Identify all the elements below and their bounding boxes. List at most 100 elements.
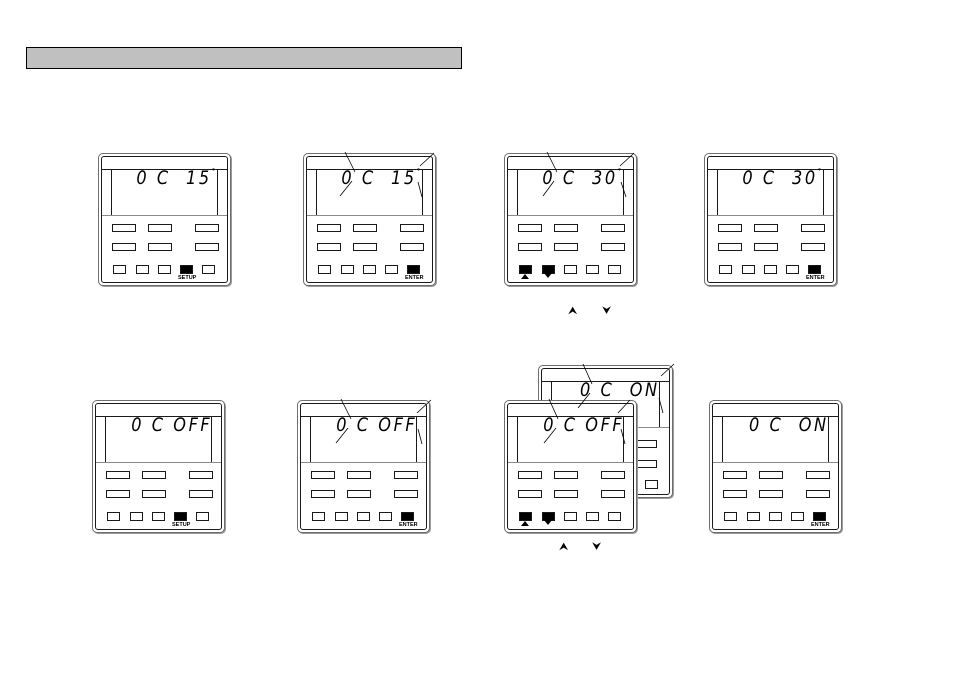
small-button[interactable] bbox=[791, 512, 804, 521]
function-button[interactable] bbox=[400, 224, 424, 232]
small-button[interactable] bbox=[586, 512, 599, 521]
small-button[interactable] bbox=[786, 265, 799, 274]
function-button[interactable] bbox=[801, 243, 825, 251]
small-button[interactable] bbox=[130, 512, 143, 521]
enter-button[interactable] bbox=[407, 265, 420, 274]
small-button[interactable] bbox=[724, 512, 737, 521]
function-button[interactable] bbox=[106, 490, 130, 498]
function-button[interactable] bbox=[754, 224, 778, 232]
controller-panel-enter-15: 0 C 15° ENTER bbox=[303, 153, 436, 286]
function-button[interactable] bbox=[723, 471, 747, 479]
lcd-readout: 0 C OFF bbox=[131, 414, 212, 436]
function-button[interactable] bbox=[518, 471, 542, 479]
small-button[interactable] bbox=[379, 512, 392, 521]
function-button[interactable] bbox=[189, 471, 213, 479]
down-arrow-icon: ⮟ bbox=[602, 305, 612, 317]
function-button[interactable] bbox=[394, 471, 418, 479]
function-button[interactable] bbox=[518, 224, 542, 232]
small-button[interactable] bbox=[747, 512, 760, 521]
function-button[interactable] bbox=[195, 243, 219, 251]
function-button[interactable] bbox=[601, 224, 625, 232]
lcd-readout: 0 C 15° bbox=[341, 167, 423, 189]
function-button[interactable] bbox=[106, 471, 130, 479]
small-button[interactable] bbox=[769, 512, 782, 521]
function-button[interactable] bbox=[806, 471, 830, 479]
function-button[interactable] bbox=[189, 490, 213, 498]
enter-button[interactable] bbox=[808, 265, 821, 274]
function-button[interactable] bbox=[718, 243, 742, 251]
function-button[interactable] bbox=[347, 471, 371, 479]
function-button[interactable] bbox=[148, 224, 172, 232]
function-button[interactable] bbox=[601, 243, 625, 251]
function-button[interactable] bbox=[400, 243, 424, 251]
small-button[interactable] bbox=[113, 265, 126, 274]
small-button[interactable] bbox=[318, 265, 331, 274]
small-button[interactable] bbox=[719, 265, 732, 274]
function-button[interactable] bbox=[142, 490, 166, 498]
function-button[interactable] bbox=[718, 224, 742, 232]
small-button[interactable] bbox=[335, 512, 348, 521]
enter-button[interactable] bbox=[401, 512, 414, 521]
function-button[interactable] bbox=[311, 490, 335, 498]
small-button[interactable] bbox=[152, 512, 165, 521]
screen-divider bbox=[508, 462, 633, 463]
setup-button[interactable] bbox=[174, 512, 187, 521]
function-button[interactable] bbox=[601, 490, 625, 498]
function-button[interactable] bbox=[759, 490, 783, 498]
function-button[interactable] bbox=[148, 243, 172, 251]
function-button[interactable] bbox=[554, 471, 578, 479]
function-button[interactable] bbox=[801, 224, 825, 232]
setup-label: SETUP bbox=[178, 275, 197, 281]
enter-button[interactable] bbox=[813, 512, 826, 521]
small-button[interactable] bbox=[357, 512, 370, 521]
small-button[interactable] bbox=[107, 512, 120, 521]
small-button[interactable] bbox=[564, 512, 577, 521]
function-button[interactable] bbox=[759, 471, 783, 479]
function-button[interactable] bbox=[142, 471, 166, 479]
small-button[interactable] bbox=[385, 265, 398, 274]
function-button[interactable] bbox=[554, 243, 578, 251]
up-triangle-icon bbox=[521, 521, 529, 526]
small-button[interactable] bbox=[158, 265, 171, 274]
small-button[interactable] bbox=[586, 265, 599, 274]
enter-label: ENTER bbox=[806, 275, 825, 281]
function-button[interactable] bbox=[554, 490, 578, 498]
function-button[interactable] bbox=[806, 490, 830, 498]
function-button[interactable] bbox=[554, 224, 578, 232]
function-button[interactable] bbox=[195, 224, 219, 232]
small-button[interactable] bbox=[608, 265, 621, 274]
function-button[interactable] bbox=[518, 490, 542, 498]
function-button[interactable] bbox=[353, 224, 377, 232]
function-button[interactable] bbox=[317, 243, 341, 251]
function-button[interactable] bbox=[347, 490, 371, 498]
small-button[interactable] bbox=[564, 265, 577, 274]
lcd-readout: 0 C ON bbox=[580, 379, 660, 401]
function-button[interactable] bbox=[317, 224, 341, 232]
small-button[interactable] bbox=[202, 265, 215, 274]
up-button[interactable] bbox=[519, 265, 532, 274]
small-button[interactable] bbox=[742, 265, 755, 274]
up-button[interactable] bbox=[519, 512, 532, 521]
small-button[interactable] bbox=[363, 265, 376, 274]
function-button[interactable] bbox=[754, 243, 778, 251]
panel-button[interactable] bbox=[645, 480, 658, 489]
setup-button[interactable] bbox=[180, 265, 193, 274]
small-button[interactable] bbox=[764, 265, 777, 274]
small-button[interactable] bbox=[341, 265, 354, 274]
small-button[interactable] bbox=[196, 512, 209, 521]
function-button[interactable] bbox=[112, 224, 136, 232]
degree-symbol: ° bbox=[818, 167, 824, 176]
function-button[interactable] bbox=[518, 243, 542, 251]
degree-symbol: ° bbox=[417, 167, 423, 176]
function-button[interactable] bbox=[311, 471, 335, 479]
function-button[interactable] bbox=[112, 243, 136, 251]
lcd-readout: 0 C OFF bbox=[336, 414, 417, 436]
function-button[interactable] bbox=[353, 243, 377, 251]
function-button[interactable] bbox=[723, 490, 747, 498]
function-button[interactable] bbox=[601, 471, 625, 479]
small-button[interactable] bbox=[608, 512, 621, 521]
controller-panel-enter-30: 0 C 30° ENTER bbox=[704, 153, 837, 286]
small-button[interactable] bbox=[136, 265, 149, 274]
small-button[interactable] bbox=[312, 512, 325, 521]
function-button[interactable] bbox=[394, 490, 418, 498]
